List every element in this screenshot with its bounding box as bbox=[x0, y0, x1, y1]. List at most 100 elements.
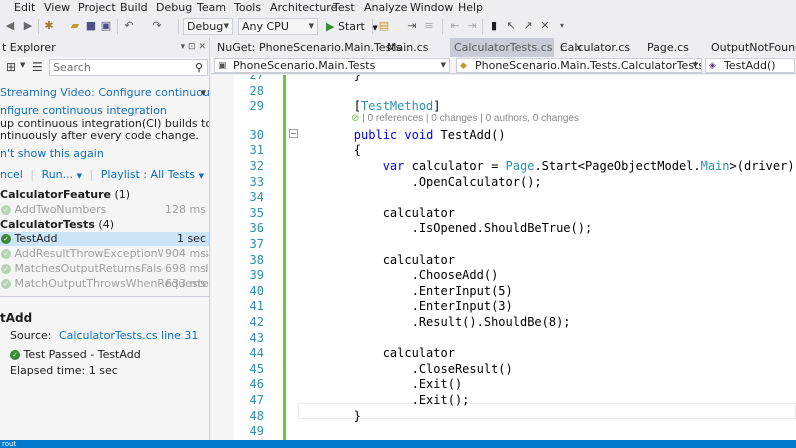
panel-buttons[interactable]: ▾ ⊡ ✕ bbox=[181, 38, 206, 57]
chevron-down-icon[interactable]: ▼ bbox=[199, 172, 204, 180]
menu-test[interactable]: Test bbox=[333, 1, 355, 14]
tab-outputnotfound[interactable]: OutputNotFoundExce bbox=[707, 38, 796, 57]
banner-title: Streaming Video: Configure continuous in… bbox=[0, 86, 210, 99]
bookmark-icon[interactable]: ▮ bbox=[487, 19, 501, 33]
list-view-icon[interactable]: ☰ bbox=[32, 60, 43, 74]
menu-tools[interactable]: Tools bbox=[234, 1, 261, 14]
test-item-testadd[interactable]: ✓ TestAdd 1 sec bbox=[0, 232, 209, 246]
code-line[interactable]: .EnterInput(5) bbox=[296, 284, 513, 300]
line-number: 29 bbox=[249, 99, 264, 114]
cancel-link[interactable]: ncel bbox=[0, 168, 23, 181]
code-line[interactable]: } bbox=[296, 75, 361, 84]
line-number: 40 bbox=[249, 283, 264, 298]
passed-icon: ✓ bbox=[1, 249, 11, 259]
tab-calculator-cs[interactable]: Calculator.cs bbox=[556, 38, 630, 57]
platform-value: Any CPU bbox=[242, 20, 289, 33]
code-line[interactable]: calculator bbox=[296, 206, 455, 222]
source-link[interactable]: CalculatorTests.cs line 31 bbox=[59, 329, 198, 342]
chevron-down-icon[interactable]: ▼ bbox=[77, 172, 82, 180]
code-line[interactable]: .EnterInput(3) bbox=[296, 299, 513, 315]
playlist-link[interactable]: Playlist : All Tests bbox=[101, 168, 195, 181]
project-dropdown[interactable]: ▣ PhoneScenario.Main.Tests ▼ bbox=[214, 58, 450, 73]
tab-nuget[interactable]: NuGet: PhoneScenario.Main.Tests bbox=[213, 38, 401, 57]
group-count: (1) bbox=[114, 188, 131, 201]
redo-icon[interactable]: ↷ bbox=[150, 19, 164, 33]
test-explorer-title: t Explorer bbox=[2, 41, 56, 54]
save-icon[interactable]: ■ bbox=[84, 19, 98, 33]
code-line[interactable]: public void TestAdd() bbox=[296, 128, 506, 144]
line-number: 35 bbox=[249, 205, 264, 220]
class-dropdown[interactable]: ◆ PhoneScenario.Main.Tests.CalculatorTes… bbox=[456, 58, 702, 73]
undo-icon[interactable]: ↶ bbox=[122, 19, 136, 33]
configuration-dropdown[interactable]: Debug ▼ bbox=[183, 18, 233, 35]
tab-calculatortests-cs[interactable]: CalculatorTests.cs ⊏ ✕ bbox=[450, 38, 583, 57]
menu-architecture[interactable]: Architecture bbox=[270, 1, 337, 14]
tab-main-cs[interactable]: Main.cs bbox=[383, 38, 429, 57]
menu-debug[interactable]: Debug bbox=[156, 1, 192, 14]
tab-label: Main.cs bbox=[387, 41, 429, 54]
tab-page-cs[interactable]: Page.cs bbox=[643, 38, 689, 57]
toolbar-overflow-icon[interactable]: ▾ bbox=[555, 19, 569, 33]
open-folder-icon[interactable]: ▰ bbox=[68, 19, 82, 33]
chevron-down-icon[interactable]: ▼ bbox=[20, 61, 25, 69]
run-link[interactable]: Run... bbox=[42, 168, 74, 181]
search-icon: ⚲ bbox=[194, 61, 203, 74]
code-line[interactable]: calculator bbox=[296, 346, 455, 362]
test-search-input[interactable]: Search ⚲ bbox=[49, 59, 208, 76]
code-line[interactable]: .CloseResult() bbox=[296, 362, 513, 378]
code-line[interactable]: } bbox=[296, 409, 361, 425]
test-item-matchesoutputreturnsfalse[interactable]: ✓ MatchesOutputReturnsFalseWhenNoEx... 6… bbox=[0, 262, 209, 276]
toolbar-separator bbox=[117, 19, 118, 34]
clear-bookmarks-icon[interactable]: ✕ bbox=[538, 19, 552, 33]
code-line[interactable]: { bbox=[296, 143, 361, 159]
menu-team[interactable]: Team bbox=[197, 1, 226, 14]
back-icon[interactable]: ◀ bbox=[3, 19, 17, 33]
configuration-value: Debug bbox=[187, 20, 224, 33]
test-group-calculatortests[interactable]: CalculatorTests (4) bbox=[0, 218, 209, 232]
line-number: 46 bbox=[249, 377, 264, 392]
panel-splitter[interactable] bbox=[0, 296, 209, 300]
prev-bookmark-icon[interactable]: ↖ bbox=[504, 19, 518, 33]
test-item-addresultthrowexception[interactable]: ✓ AddResultThrowExceptionWhenResult... 9… bbox=[0, 247, 209, 261]
indent-icon[interactable]: ⇤ bbox=[448, 19, 462, 33]
save-all-icon[interactable]: ▣ bbox=[99, 19, 113, 33]
menu-analyze[interactable]: Analyze bbox=[364, 1, 407, 14]
menu-build[interactable]: Build bbox=[120, 1, 148, 14]
menu-help[interactable]: Help bbox=[458, 1, 483, 14]
tab-label: Page.cs bbox=[647, 41, 689, 54]
test-item-addtwonumbers[interactable]: ✓ AddTwoNumbers 128 ms bbox=[0, 203, 209, 217]
streaming-video-banner[interactable]: Streaming Video: Configure continuous in… bbox=[0, 86, 210, 100]
dont-show-again-link[interactable]: n't show this again bbox=[0, 147, 209, 161]
code-line[interactable]: [TestMethod] bbox=[296, 99, 441, 115]
new-project-icon[interactable]: ✱ bbox=[42, 19, 56, 33]
step-icon[interactable]: ⇥ bbox=[405, 19, 419, 33]
code-line[interactable]: .Result().ShouldBe(8); bbox=[296, 315, 571, 331]
test-item-matchoutputthrows[interactable]: ✓ MatchOutputThrowsWhenRequested 633 ms bbox=[0, 277, 209, 291]
group-by-icon[interactable]: ⊞ bbox=[6, 60, 16, 74]
member-dropdown[interactable]: ◈ TestAdd() bbox=[705, 58, 795, 73]
code-line[interactable]: .OpenCalculator(); bbox=[296, 175, 542, 191]
outdent-icon[interactable]: ⇥ bbox=[465, 19, 479, 33]
menu-edit[interactable]: Edit bbox=[14, 1, 35, 14]
menu-project[interactable]: Project bbox=[78, 1, 116, 14]
browser-link-icon[interactable]: ▤ bbox=[377, 19, 391, 33]
code-line[interactable]: .Exit(); bbox=[296, 393, 470, 409]
start-button[interactable]: ▶ Start ▼ bbox=[326, 18, 378, 35]
code-line[interactable]: .Exit() bbox=[296, 377, 463, 393]
code-line[interactable]: .ChooseAdd() bbox=[296, 268, 499, 284]
indicator-margin bbox=[211, 75, 234, 440]
line-number: 36 bbox=[249, 221, 264, 236]
test-duration: 904 ms bbox=[163, 247, 206, 261]
next-bookmark-icon[interactable]: ↗ bbox=[521, 19, 535, 33]
configure-ci-link[interactable]: nfigure continuous integration bbox=[0, 104, 209, 118]
code-line[interactable]: var calculator = Page.Start<PageObjectMo… bbox=[296, 159, 795, 175]
code-editor[interactable]: − ⊘ | 0 references | 0 changes | 0 autho… bbox=[211, 75, 796, 440]
test-group-calculatorfeature[interactable]: CalculatorFeature (1) bbox=[0, 188, 209, 202]
code-line[interactable]: calculator bbox=[296, 253, 455, 269]
menu-view[interactable]: View bbox=[44, 1, 70, 14]
forward-icon[interactable]: ▶ bbox=[21, 19, 35, 33]
menu-window[interactable]: Window bbox=[410, 1, 453, 14]
code-line[interactable]: .IsOpened.ShouldBeTrue(); bbox=[296, 221, 593, 237]
platform-dropdown[interactable]: Any CPU ▼ bbox=[238, 18, 318, 35]
format-icon[interactable]: ≡ bbox=[422, 19, 436, 33]
